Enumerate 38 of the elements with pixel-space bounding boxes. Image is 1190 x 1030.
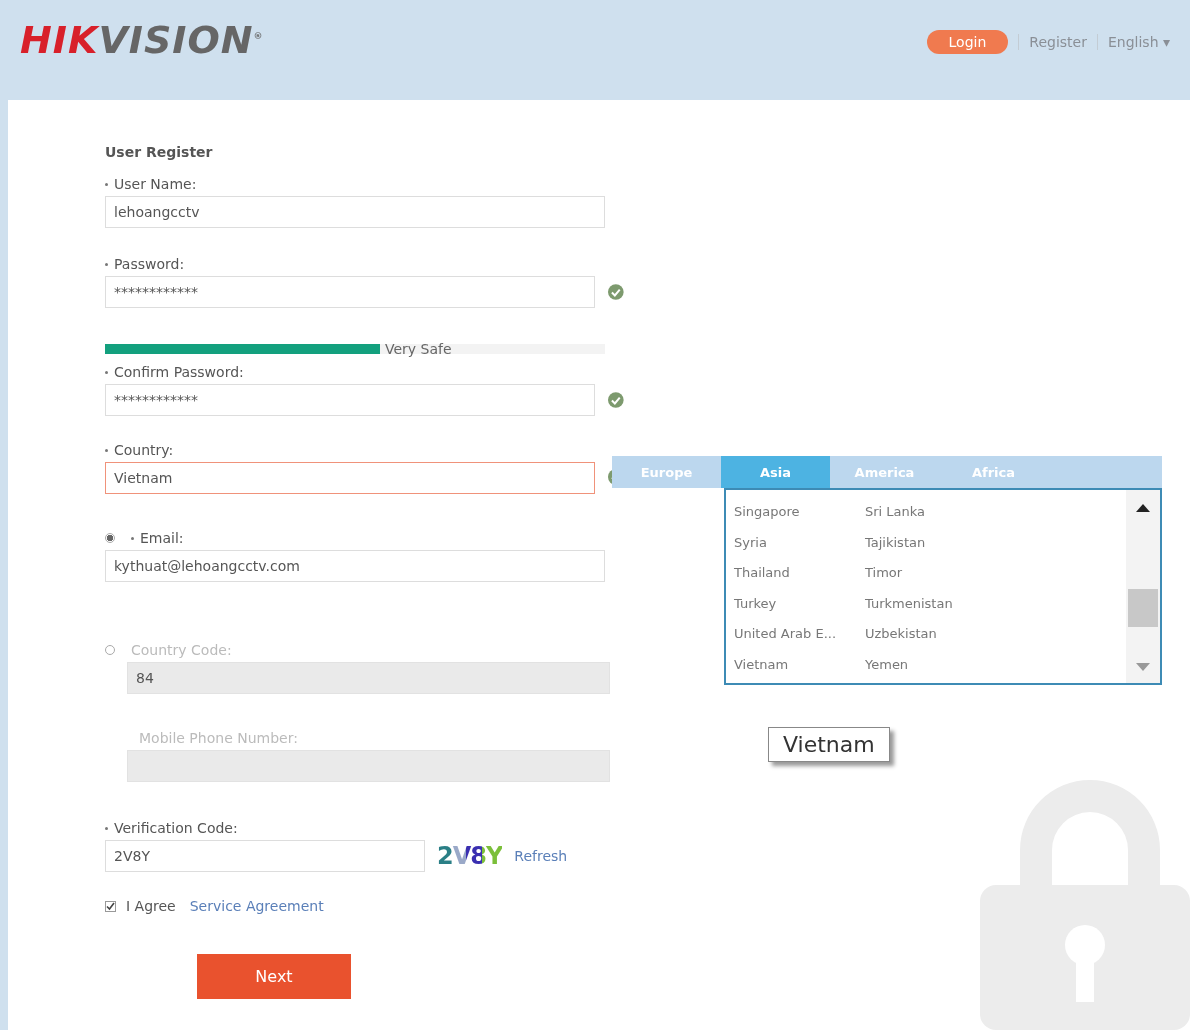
next-button[interactable]: Next — [197, 954, 351, 999]
input-field[interactable]: ************ — [105, 384, 596, 416]
logo: HIKVISION$^{®}$ — [20, 18, 264, 62]
country-option[interactable]: Thailand — [734, 565, 865, 596]
input-field[interactable]: 2V8Y — [105, 840, 425, 872]
field-label: User Name: — [114, 176, 197, 192]
language-menu[interactable]: English ▾ — [1107, 34, 1170, 50]
country-option[interactable]: Yemen — [865, 656, 1126, 687]
field-label: Country Code: — [131, 642, 232, 658]
country-option[interactable]: United Arab E... — [734, 626, 865, 657]
region-tab[interactable]: Asia — [721, 456, 830, 488]
country-option[interactable]: Tajikistan — [865, 534, 1126, 565]
strength-text: Very Safe — [385, 340, 452, 359]
country-option[interactable]: Singapore — [734, 504, 865, 535]
country-option[interactable]: Turkmenistan — [865, 595, 1126, 626]
field-label: Password: — [114, 256, 185, 272]
country-option[interactable]: Syria — [734, 534, 865, 565]
agree-label: I Agree — [126, 898, 176, 914]
country-option[interactable]: Timor — [865, 565, 1126, 596]
field-label: Mobile Phone Number: — [139, 730, 298, 746]
service-agreement-link[interactable]: Service Agreement — [189, 898, 324, 914]
country-option[interactable]: Vietnam — [734, 656, 865, 687]
country-option[interactable]: Sri Lanka — [865, 504, 1126, 535]
field-label: Email: — [140, 530, 184, 546]
form-title: User Register — [105, 144, 214, 160]
input-field[interactable]: lehoangcctv — [105, 196, 605, 228]
input-field[interactable]: kythuat@lehoangcctv.com — [105, 550, 605, 582]
country-option[interactable]: Uzbekistan — [865, 626, 1126, 657]
input-field[interactable]: ************ — [105, 276, 596, 308]
input-field[interactable]: Vietnam — [105, 462, 595, 494]
country-option[interactable]: Turkey — [734, 595, 865, 626]
login-button[interactable]: Login — [926, 30, 1009, 54]
field-label: Country: — [114, 442, 174, 458]
field-label: Confirm Password: — [114, 364, 244, 380]
field-label: Verification Code: — [114, 820, 238, 836]
refresh-link[interactable]: Refresh — [514, 848, 568, 864]
register-link[interactable]: Register — [1029, 34, 1087, 50]
tooltip: Vietnam — [768, 727, 890, 762]
